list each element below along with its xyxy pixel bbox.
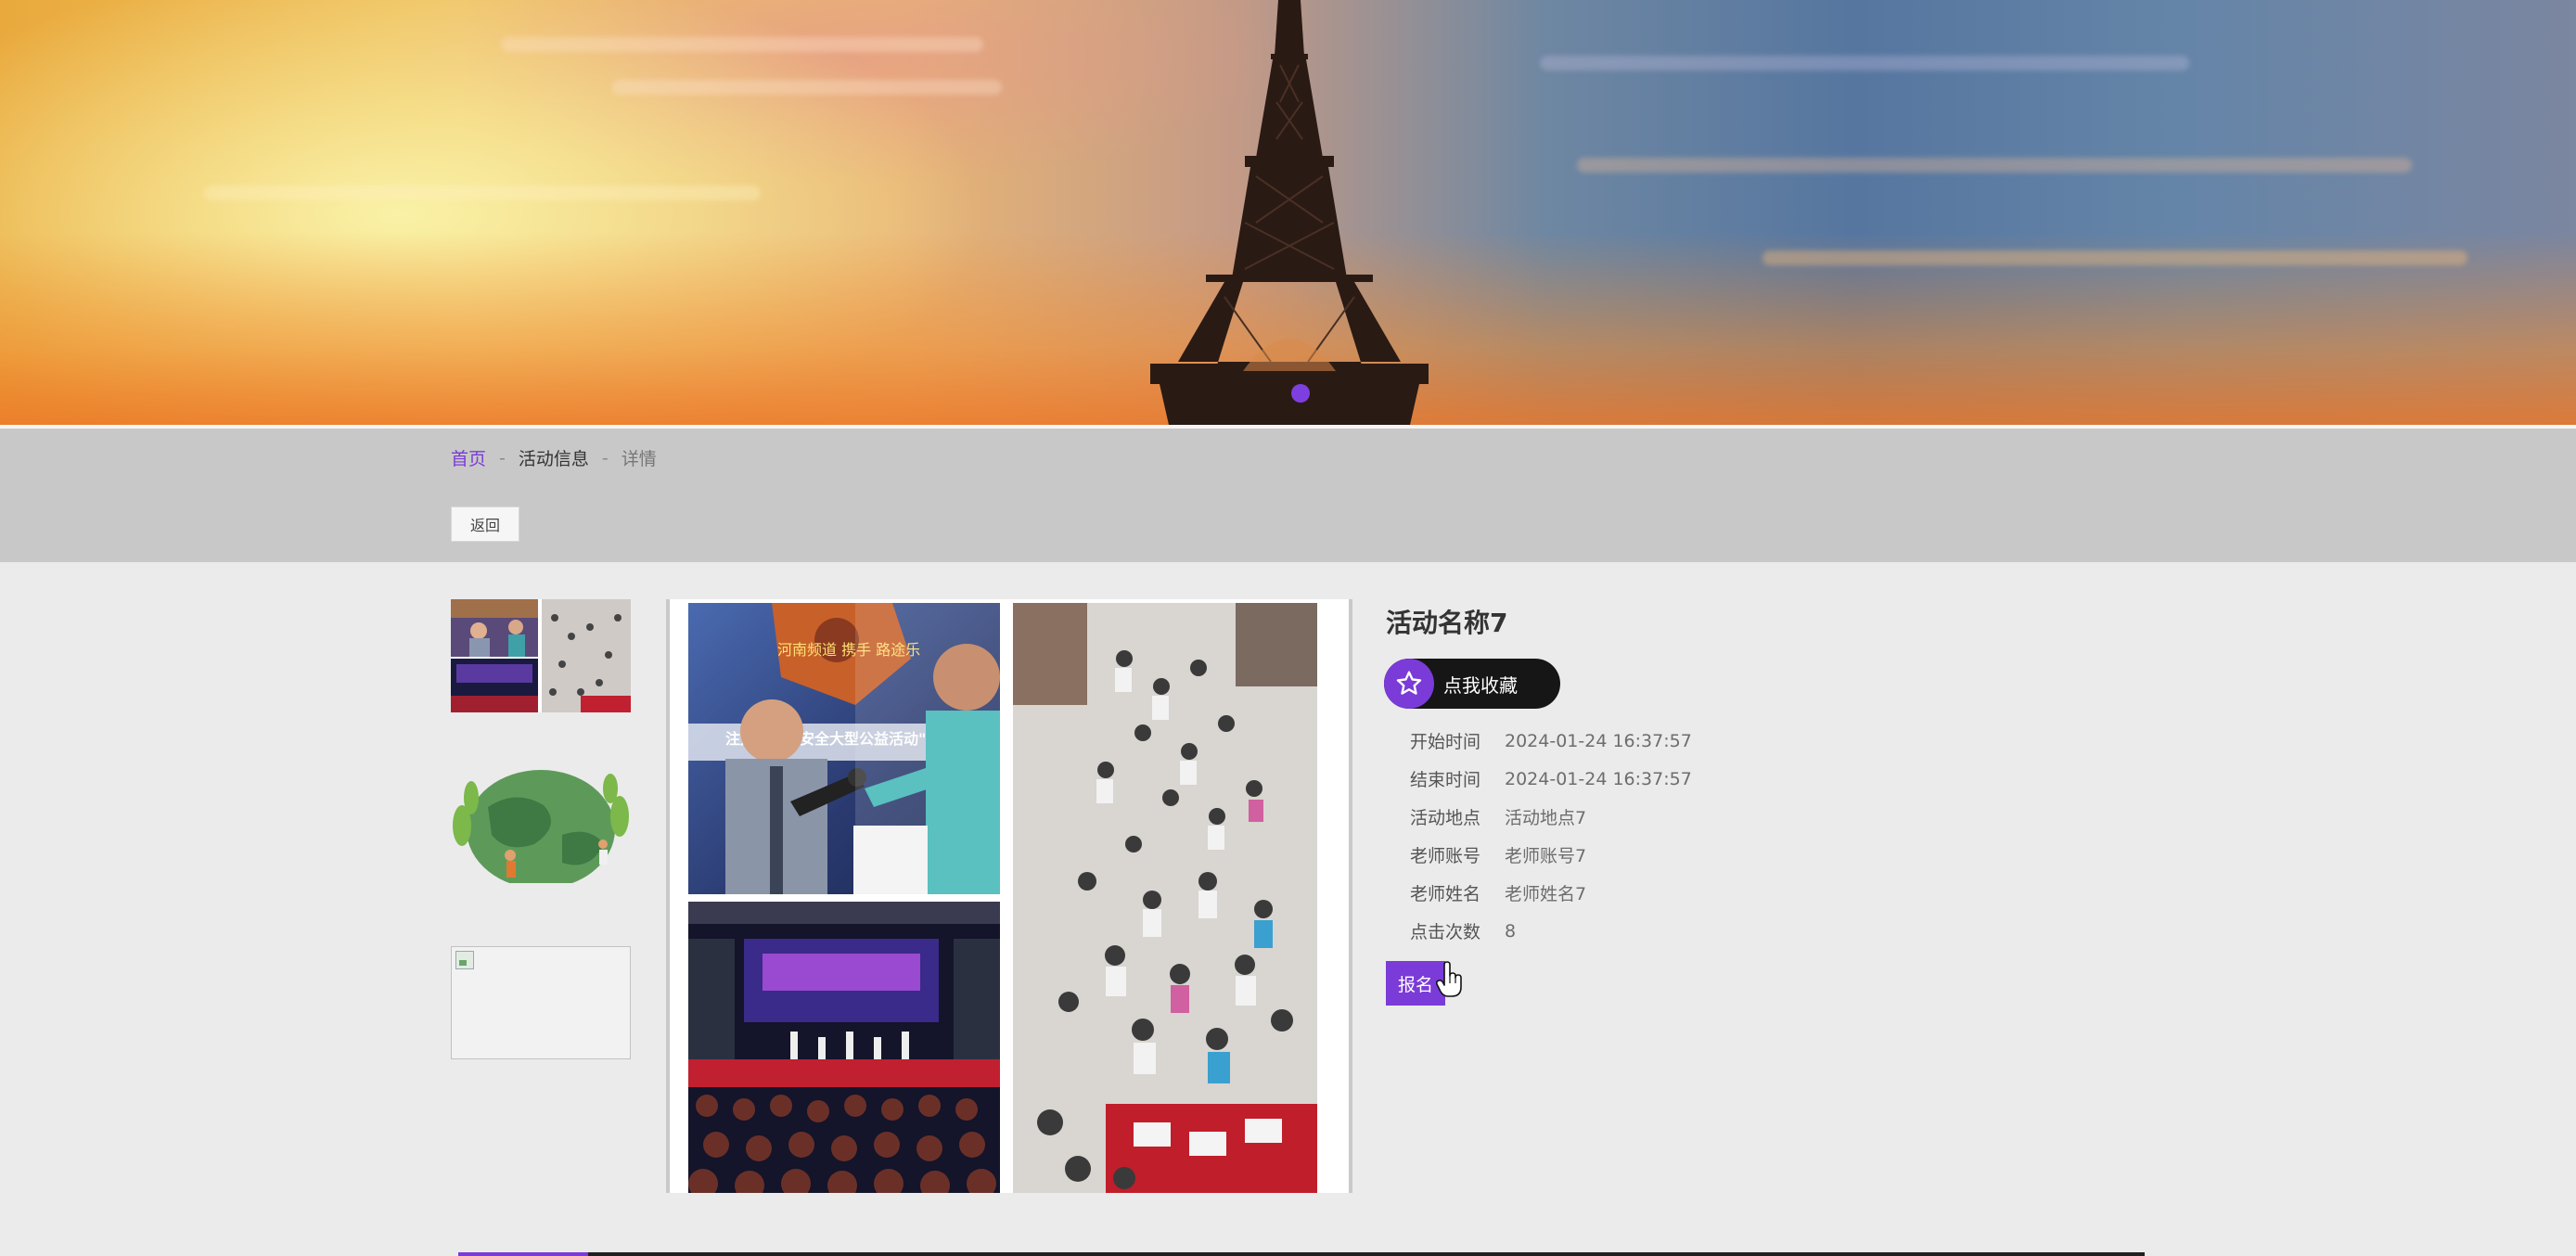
back-button[interactable]: 返回 bbox=[451, 506, 519, 542]
activity-info-list: 开始时间 2024-01-24 16:37:57 结束时间 2024-01-24… bbox=[1410, 722, 1692, 950]
stage-photo-image bbox=[688, 902, 1000, 1193]
info-value: 2024-01-24 16:37:57 bbox=[1505, 730, 1692, 751]
activity-title: 活动名称7 bbox=[1386, 608, 1508, 638]
hero-banner bbox=[0, 0, 2576, 425]
breadcrumb-separator: - bbox=[601, 447, 609, 468]
banner-cloud bbox=[1577, 158, 2412, 173]
photo-stage bbox=[688, 902, 1000, 1193]
info-row-end-time: 结束时间 2024-01-24 16:37:57 bbox=[1410, 760, 1692, 798]
main-photo: 河南频道 携手 路途乐 注儿童乘车安全大型公益活动" bbox=[666, 599, 1352, 1193]
collage-thumbnail-image bbox=[451, 599, 631, 712]
thumbnail-photo-1[interactable] bbox=[451, 599, 631, 712]
breadcrumb-bar: 首页 - 活动信息 - 详情 返回 bbox=[0, 429, 2576, 562]
info-row-start-time: 开始时间 2024-01-24 16:37:57 bbox=[1410, 722, 1692, 760]
globe-illustration-image bbox=[453, 770, 629, 883]
breadcrumb-separator: - bbox=[499, 447, 506, 468]
info-row-location: 活动地点 活动地点7 bbox=[1410, 798, 1692, 836]
banner-cloud bbox=[612, 80, 1002, 95]
info-value: 老师账号7 bbox=[1505, 846, 1587, 866]
favorite-label: 点我收藏 bbox=[1443, 673, 1518, 697]
crowd-photo-image bbox=[1013, 603, 1317, 1193]
breadcrumb-current: 详情 bbox=[621, 449, 657, 469]
thumbnail-photo-3[interactable] bbox=[451, 946, 631, 1059]
info-row-click-count: 点击次数 8 bbox=[1410, 912, 1692, 950]
info-row-teacher-name: 老师姓名 老师姓名7 bbox=[1410, 874, 1692, 912]
footer-divider-accent bbox=[458, 1252, 588, 1256]
interview-photo-image: 河南频道 携手 路途乐 注儿童乘车安全大型公益活动" bbox=[688, 603, 1000, 894]
thumbnail-photo-2[interactable] bbox=[451, 770, 631, 883]
info-label: 老师账号 bbox=[1410, 846, 1481, 866]
breadcrumb-activity-link[interactable]: 活动信息 bbox=[519, 445, 589, 470]
banner-cloud bbox=[1540, 56, 2189, 70]
info-label: 点击次数 bbox=[1410, 922, 1481, 942]
info-label: 开始时间 bbox=[1410, 732, 1481, 752]
slider-dot-1[interactable] bbox=[1291, 384, 1310, 403]
info-label: 老师姓名 bbox=[1410, 884, 1481, 904]
info-value: 8 bbox=[1505, 920, 1517, 942]
photo-crowd bbox=[1013, 603, 1317, 1193]
info-row-teacher-account: 老师账号 老师账号7 bbox=[1410, 836, 1692, 874]
hand-cursor-icon bbox=[1436, 961, 1462, 997]
footer-divider bbox=[458, 1252, 2145, 1256]
info-label: 活动地点 bbox=[1410, 808, 1481, 828]
info-value: 2024-01-24 16:37:57 bbox=[1505, 768, 1692, 789]
info-value: 老师姓名7 bbox=[1505, 884, 1587, 904]
breadcrumb: 首页 - 活动信息 - 详情 bbox=[451, 445, 657, 470]
banner-cloud bbox=[501, 37, 983, 52]
breadcrumb-home-link[interactable]: 首页 bbox=[451, 445, 486, 470]
eiffel-tower-image bbox=[1150, 0, 1429, 425]
banner-cloud bbox=[1762, 250, 2467, 265]
info-value: 活动地点7 bbox=[1505, 808, 1587, 828]
info-label: 结束时间 bbox=[1410, 770, 1481, 790]
favorite-button[interactable]: 点我收藏 bbox=[1384, 659, 1560, 709]
broken-image-icon bbox=[455, 951, 474, 969]
photo-interview: 河南频道 携手 路途乐 注儿童乘车安全大型公益活动" bbox=[688, 603, 1000, 894]
banner-cloud bbox=[204, 186, 761, 200]
star-icon bbox=[1384, 659, 1434, 709]
